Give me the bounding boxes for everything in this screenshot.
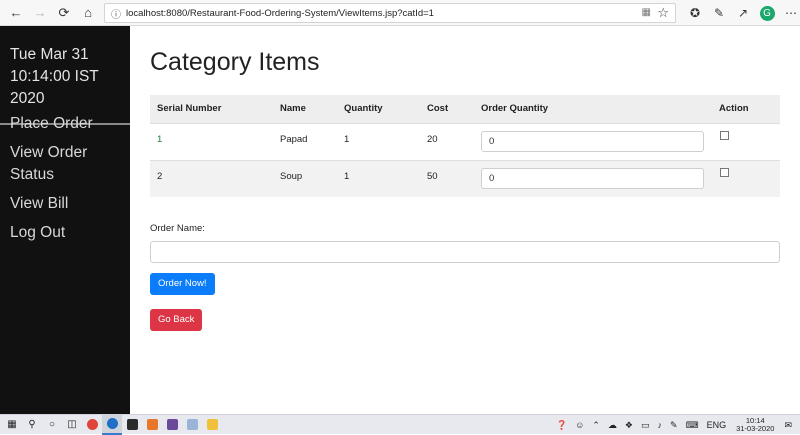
address-bar[interactable]: ⓘ localhost:8080/Restaurant-Food-Orderin… — [104, 3, 676, 23]
sidebar-item-log-out[interactable]: Log Out — [10, 222, 125, 244]
cell-quantity: 1 — [344, 133, 350, 145]
system-tray: ❓ ☺ ⌃ ☁ ❖ ▭ ♪ ✎ ⌨ ENG 10:14 31-03-2020 ✉ — [552, 415, 800, 435]
favorite-star-icon[interactable]: ☆ — [657, 5, 669, 21]
cell-name: Soup — [280, 170, 303, 182]
sidebar-item-place-order[interactable]: Place Order — [10, 113, 125, 135]
column-header-cost: Cost — [427, 103, 449, 115]
pen-workspace-icon[interactable]: ✎ — [670, 420, 678, 431]
windows-start-icon[interactable]: ▦ — [2, 415, 22, 435]
search-icon[interactable]: ⚲ — [22, 415, 42, 435]
order-quantity-input[interactable] — [481, 167, 704, 189]
cell-order-quantity — [474, 160, 712, 197]
sidebar-item-view-bill[interactable]: View Bill — [10, 193, 125, 215]
more-menu-icon[interactable]: ⋯ — [780, 2, 800, 24]
language-indicator[interactable]: ENG — [707, 420, 727, 430]
refresh-icon[interactable]: ⟳ — [52, 1, 76, 25]
taskbar-clock[interactable]: 10:14 31-03-2020 — [736, 417, 774, 433]
order-now-button[interactable]: Order Now! — [150, 273, 215, 295]
battery-icon[interactable]: ▭ — [641, 420, 650, 431]
pen-icon[interactable]: ✎ — [708, 2, 730, 24]
cell-order-quantity — [474, 123, 712, 160]
profile-avatar[interactable]: G — [756, 2, 778, 24]
main-content: Category Items Serial Number Name Quanti… — [150, 26, 780, 331]
table-row: 1 Papad 1 20 — [150, 123, 780, 160]
edge-app-icon[interactable] — [102, 414, 122, 435]
go-back-button[interactable]: Go Back — [150, 309, 203, 331]
cell-cost: 20 — [427, 133, 438, 145]
purple-app-icon[interactable] — [162, 415, 182, 435]
cell-serial: 2 — [157, 170, 163, 182]
order-name-input[interactable] — [150, 241, 780, 263]
info-icon: ⓘ — [111, 9, 121, 21]
column-header-name: Name — [280, 103, 306, 115]
column-header-quantity: Quantity — [344, 103, 383, 115]
cell-name: Papad — [280, 133, 308, 145]
orange-app-icon[interactable] — [142, 415, 162, 435]
terminal-app-icon[interactable] — [122, 415, 142, 435]
table-header-row: Serial Number Name Quantity Cost Order Q… — [150, 95, 780, 123]
address-url: localhost:8080/Restaurant-Food-Ordering-… — [126, 7, 434, 19]
cell-action — [712, 123, 780, 160]
task-view-icon[interactable]: ◫ — [62, 415, 82, 435]
windows-taskbar: ▦ ⚲ ○ ◫ ❓ ☺ ⌃ ☁ ❖ ▭ ♪ ✎ ⌨ ENG 10:14 31-0… — [0, 414, 800, 435]
cloud-icon[interactable]: ☁ — [608, 420, 617, 431]
items-table: Serial Number Name Quantity Cost Order Q… — [150, 95, 780, 197]
cell-quantity: 1 — [344, 170, 350, 182]
cortana-icon[interactable]: ○ — [42, 415, 62, 435]
column-header-order-quantity: Order Quantity — [481, 103, 549, 115]
profile-initial: G — [759, 5, 775, 21]
notepad-app-icon[interactable] — [182, 415, 202, 435]
order-quantity-input[interactable] — [481, 130, 704, 152]
taskbar-date: 31-03-2020 — [736, 424, 775, 433]
select-item-checkbox[interactable] — [720, 130, 729, 140]
help-icon[interactable]: ❓ — [556, 420, 567, 431]
sidebar-nav: Place Order View Order Status View Bill … — [10, 113, 125, 251]
keyboard-icon[interactable]: ⌨ — [686, 420, 699, 431]
home-icon[interactable]: ⌂ — [76, 1, 100, 25]
clock-time: 10:14:00 IST 2020 — [10, 68, 99, 107]
column-header-serial: Serial Number — [157, 103, 222, 115]
notifications-icon[interactable]: ✉ — [784, 420, 792, 431]
people-icon[interactable]: ☺ — [575, 420, 584, 430]
dropbox-icon[interactable]: ❖ — [625, 420, 633, 431]
select-item-checkbox[interactable] — [720, 167, 729, 177]
cell-serial: 1 — [157, 133, 163, 145]
sidebar: Tue Mar 31 10:14:00 IST 2020 Place Order… — [0, 26, 130, 414]
table-row: 2 Soup 1 50 — [150, 160, 780, 197]
favorites-icon[interactable]: ✪ — [684, 2, 706, 24]
page-title: Category Items — [150, 48, 320, 76]
forward-arrow-icon[interactable]: → — [28, 1, 52, 25]
cell-action — [712, 160, 780, 197]
reading-view-icon[interactable]: ▦ — [642, 7, 651, 18]
volume-icon[interactable]: ♪ — [658, 420, 663, 430]
cell-cost: 50 — [427, 170, 438, 182]
sidebar-clock: Tue Mar 31 10:14:00 IST 2020 — [0, 26, 130, 110]
clock-date: Tue Mar 31 — [10, 46, 89, 63]
column-header-action: Action — [719, 103, 749, 115]
share-icon[interactable]: ↗ — [732, 2, 754, 24]
order-name-label: Order Name: — [150, 223, 205, 234]
sidebar-item-view-order-status[interactable]: View Order Status — [10, 142, 125, 186]
back-arrow-icon[interactable]: ← — [4, 1, 28, 25]
file-explorer-icon[interactable] — [202, 415, 222, 435]
chrome-app-icon[interactable] — [82, 415, 102, 435]
chevron-up-icon[interactable]: ⌃ — [592, 420, 600, 431]
browser-toolbar: ← → ⟳ ⌂ ⓘ localhost:8080/Restaurant-Food… — [0, 0, 800, 26]
